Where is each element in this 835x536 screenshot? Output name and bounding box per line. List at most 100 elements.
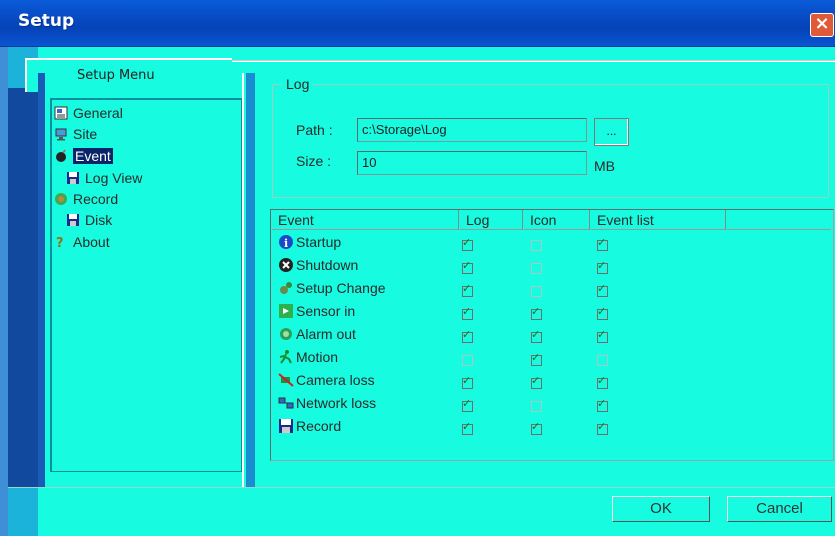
event-name: Alarm out [296,326,356,342]
question-icon: ? [56,236,64,249]
close-button[interactable]: × [810,13,834,37]
event-row[interactable]: Shutdown [278,257,358,279]
general-icon [54,106,68,120]
site-icon [55,128,67,141]
panel-separator [38,73,45,488]
camera-loss-icon [278,372,294,388]
motion-icon [278,349,294,365]
event-name: Network loss [296,395,377,411]
event-name: Sensor in [296,303,356,319]
event-row[interactable]: i Startup [278,234,341,256]
column-header-empty [727,210,831,230]
event-name: Startup [296,234,342,250]
log-checkbox[interactable] [462,420,473,435]
path-label: Path : [296,122,333,138]
ok-button[interactable]: OK [612,496,710,522]
log-checkbox[interactable] [462,282,473,297]
icon-checkbox[interactable] [531,328,542,343]
tree-item-record[interactable]: Record [54,190,118,208]
path-input[interactable]: c:\Storage\Log [357,118,587,142]
cancel-button[interactable]: Cancel [727,496,832,522]
tree-item-about[interactable]: ? About [54,233,110,251]
disk-icon [67,172,79,184]
icon-checkbox[interactable] [531,263,542,274]
tree-item-event[interactable]: Event [54,147,113,165]
disk-icon [67,214,79,226]
icon-checkbox[interactable] [531,351,542,366]
svg-text:?: ? [56,236,64,249]
tree-item-label: Record [73,191,119,207]
tab-divider [232,60,835,62]
close-icon: × [814,13,830,34]
list-checkbox[interactable] [597,259,608,274]
list-checkbox[interactable] [597,397,608,412]
list-checkbox[interactable] [597,328,608,343]
list-checkbox[interactable] [597,305,608,320]
list-checkbox[interactable] [597,355,608,366]
network-loss-icon [278,395,294,411]
bottom-divider [8,487,835,488]
list-checkbox[interactable] [597,236,608,251]
tree-item-disk[interactable]: Disk [66,211,112,229]
svg-text:i: i [284,237,288,250]
event-row[interactable]: Record [278,418,341,440]
event-name: Shutdown [296,257,359,273]
list-checkbox[interactable] [597,420,608,435]
list-checkbox[interactable] [597,282,608,297]
icon-checkbox[interactable] [531,420,542,435]
record-icon [278,418,294,434]
log-checkbox[interactable] [462,236,473,251]
icon-checkbox[interactable] [531,240,542,251]
log-checkbox[interactable] [462,397,473,412]
tree-item-label: General [73,105,123,121]
tab-setup-menu[interactable]: Setup Menu [25,58,232,92]
sensor-in-icon [278,303,294,319]
tree-item-label: Event [73,148,113,164]
event-row[interactable]: Network loss [278,395,376,417]
event-row[interactable]: Sensor in [278,303,355,325]
event-name: Motion [296,349,339,365]
log-checkbox[interactable] [462,374,473,389]
log-checkbox[interactable] [462,355,473,366]
setup-change-icon [278,280,294,296]
log-checkbox[interactable] [462,305,473,320]
size-unit: MB [594,158,615,174]
title-bar[interactable]: Setup × [0,0,835,47]
event-name: Setup Change [296,280,386,296]
tree-item-label: Log View [85,170,143,186]
event-name: Camera loss [296,372,375,388]
event-row[interactable]: Motion [278,349,338,371]
info-icon: i [278,234,294,250]
list-checkbox[interactable] [597,374,608,389]
column-header-log[interactable]: Log [460,210,523,230]
log-checkbox[interactable] [462,328,473,343]
event-row[interactable]: Camera loss [278,372,375,394]
log-group-title: Log [282,76,314,92]
event-icon [56,149,66,162]
tab-label: Setup Menu [77,68,155,83]
alarm-out-icon [278,326,294,342]
column-header-icon[interactable]: Icon [524,210,590,230]
icon-checkbox[interactable] [531,286,542,297]
icon-checkbox[interactable] [531,401,542,412]
tree-item-label: Disk [85,212,113,228]
icon-checkbox[interactable] [531,305,542,320]
browse-button[interactable]: ... [594,118,629,146]
tree-item-site[interactable]: Site [54,125,97,143]
size-label: Size : [296,153,332,169]
left-strip-dark [8,88,38,488]
record-icon [55,193,67,205]
tree-item-log-view[interactable]: Log View [66,169,142,187]
event-row[interactable]: Setup Change [278,280,386,302]
icon-checkbox[interactable] [531,374,542,389]
event-row[interactable]: Alarm out [278,326,356,348]
size-input[interactable]: 10 [357,151,587,175]
log-checkbox[interactable] [462,259,473,274]
vertical-divider-dark [246,73,255,488]
window-title: Setup [18,11,75,31]
column-header-event-list[interactable]: Event list [591,210,726,230]
tree-item-label: About [73,234,110,250]
tree-item-label: Site [73,126,98,142]
column-header-event[interactable]: Event [272,210,459,230]
tree-item-general[interactable]: General [54,104,123,122]
